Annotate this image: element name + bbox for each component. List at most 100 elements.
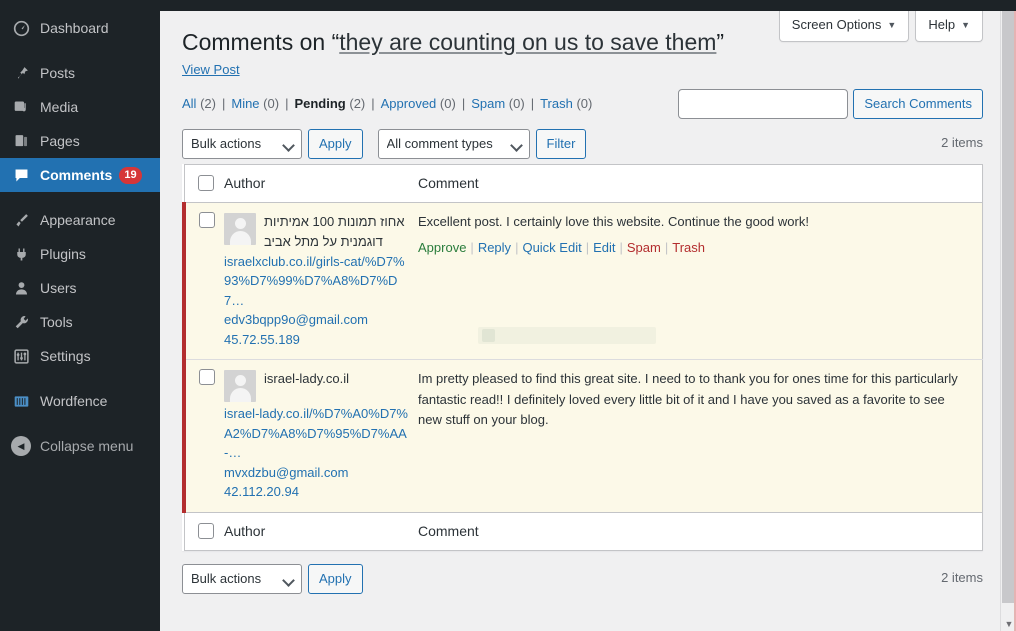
trash-action[interactable]: Trash	[672, 240, 705, 255]
screen-options-button[interactable]: Screen Options ▼	[778, 11, 910, 42]
filter-trash[interactable]: Trash (0)	[540, 91, 592, 117]
trash-link[interactable]: Trash	[672, 240, 705, 255]
select-all-checkbox-top[interactable]	[197, 174, 214, 191]
search-comments-button[interactable]: Search Comments	[853, 89, 983, 119]
sidebar-item-users[interactable]: Users	[0, 271, 160, 305]
paintbrush-icon	[11, 210, 31, 230]
comment-body: Excellent post. I certainly love this we…	[418, 213, 809, 229]
filter-spam-link[interactable]: Spam	[471, 96, 505, 111]
row-actions: Approve | Reply | Quick Edit | Edit | Spam | Trash	[418, 238, 972, 258]
post-title-link[interactable]: they are counting on us to save them	[339, 29, 716, 55]
apply-bulk-action-button-top[interactable]: Apply	[308, 128, 363, 159]
filter-approved-link[interactable]: Approved	[381, 96, 437, 111]
sidebar-item-label: Users	[40, 280, 77, 296]
sidebar-item-posts[interactable]: Posts	[0, 56, 160, 90]
wp-admin-screen: Dashboard Posts Media Pages Comments 19 …	[0, 0, 1016, 631]
filter-mine-link[interactable]: Mine	[231, 96, 259, 111]
spam-link[interactable]: Spam	[627, 240, 661, 255]
author-email-link[interactable]: mvxdzbu@gmail.com	[224, 463, 408, 483]
select-all-checkbox-bottom[interactable]	[197, 522, 214, 539]
spam-action[interactable]: Spam	[627, 240, 661, 255]
sidebar-item-label: Plugins	[40, 246, 86, 262]
chevron-down-icon[interactable]: ▼	[1004, 619, 1014, 629]
filter-spam[interactable]: Spam (0)	[471, 91, 524, 117]
sidebar-item-label: Pages	[40, 133, 80, 149]
filter-trash-link[interactable]: Trash	[540, 96, 573, 111]
menu-separator	[0, 373, 160, 384]
filter-approved[interactable]: Approved (0)	[381, 91, 456, 117]
sidebar-item-label: Appearance	[40, 212, 116, 228]
edit-action[interactable]: Edit	[593, 240, 615, 255]
column-header-author[interactable]: Author	[224, 164, 418, 203]
approve-action[interactable]: Approve	[418, 240, 466, 255]
filter-all-count: (2)	[200, 95, 216, 111]
filter-button[interactable]: Filter	[535, 128, 587, 159]
sidebar-item-comments[interactable]: Comments 19	[0, 158, 168, 192]
sidebar-item-tools[interactable]: Tools	[0, 305, 160, 339]
filter-all-link[interactable]: All	[182, 96, 196, 111]
user-icon	[11, 278, 31, 298]
search-box: Search Comments	[678, 89, 983, 119]
author-ip-link[interactable]: 45.72.55.189	[224, 330, 408, 350]
filter-mine[interactable]: Mine (0)	[231, 91, 279, 117]
author-cell: אחוז תמונות 100 אמיתיות דוגמנית על מתל א…	[224, 202, 418, 360]
menu-separator	[0, 45, 160, 56]
collapse-menu-button[interactable]: ◀ Collapse menu	[0, 429, 160, 463]
media-icon	[11, 97, 31, 117]
wordfence-icon	[11, 391, 31, 411]
table-row: אחוז תמונות 100 אמיתיות דוגמנית על מתל א…	[182, 202, 983, 360]
view-post-link[interactable]: View Post	[182, 62, 240, 77]
author-ip-link[interactable]: 42.112.20.94	[224, 482, 408, 502]
sidebar-item-media[interactable]: Media	[0, 90, 160, 124]
reply-action[interactable]: Reply	[478, 240, 511, 255]
sidebar-item-label: Wordfence	[40, 393, 108, 409]
main-content: Screen Options ▼ Help ▼ Comments on “the…	[160, 11, 1016, 631]
comment-text: Excellent post. I certainly love this we…	[418, 212, 972, 232]
sidebar-item-settings[interactable]: Settings	[0, 339, 160, 373]
sidebar-item-dashboard[interactable]: Dashboard	[0, 11, 160, 45]
bulk-actions-select-bottom[interactable]: Bulk actions	[182, 563, 302, 594]
column-footer-comment[interactable]: Comment	[418, 511, 983, 551]
quick-edit-link[interactable]: Quick Edit	[522, 240, 581, 255]
table-header-row: Author Comment	[184, 164, 983, 203]
help-label: Help	[928, 17, 956, 32]
pages-icon	[11, 131, 31, 151]
row-checkbox[interactable]	[199, 211, 215, 228]
filter-trash-count: (0)	[576, 95, 593, 111]
comment-bubble-icon	[11, 165, 31, 185]
column-footer-author[interactable]: Author	[224, 511, 418, 551]
quick-edit-action[interactable]: Quick Edit	[522, 240, 581, 255]
author-cell: israel-lady.co.il israel-lady.co.il/%D7%…	[224, 359, 418, 513]
table-foot: Author Comment	[184, 511, 983, 551]
row-checkbox[interactable]	[199, 369, 215, 386]
sidebar-item-plugins[interactable]: Plugins	[0, 237, 160, 271]
dashboard-icon	[11, 18, 31, 38]
sidebar-item-pages[interactable]: Pages	[0, 124, 160, 158]
tablenav-bottom: Bulk actions Apply 2 items	[182, 559, 983, 599]
sidebar-item-appearance[interactable]: Appearance	[0, 203, 160, 237]
search-input[interactable]	[678, 89, 849, 119]
author-email-link[interactable]: edv3bqpp9o@gmail.com	[224, 310, 408, 330]
chevron-left-icon: ◀	[11, 436, 31, 456]
bulk-actions-select[interactable]: Bulk actions	[182, 128, 302, 159]
reply-link[interactable]: Reply	[478, 240, 511, 255]
sidebar-item-label: Settings	[40, 348, 91, 364]
help-button[interactable]: Help ▼	[915, 11, 983, 42]
edit-link[interactable]: Edit	[593, 240, 615, 255]
filter-all[interactable]: All (2)	[182, 91, 216, 117]
approve-link[interactable]: Approve	[418, 240, 466, 255]
comment-type-select[interactable]: All comment types	[377, 128, 530, 159]
author-url-link[interactable]: israelxclub.co.il/girls-cat/%D7%93%D7%99…	[224, 252, 408, 311]
filter-pending[interactable]: Pending (2)	[294, 91, 365, 117]
filter-approved-count: (0)	[439, 95, 456, 111]
apply-bulk-action-button-bottom[interactable]: Apply	[308, 563, 363, 594]
sidebar-item-wordfence[interactable]: Wordfence	[0, 384, 160, 418]
tablenav-top: Bulk actions Apply All comment types Fil…	[182, 124, 983, 164]
author-url-link[interactable]: israel-lady.co.il/%D7%A0%D7%A2%D7%A8%D7%…	[224, 404, 408, 463]
comment-cell: Excellent post. I certainly love this we…	[418, 202, 983, 360]
column-header-comment[interactable]: Comment	[418, 164, 983, 203]
admin-sidebar-menu: Dashboard Posts Media Pages Comments 19 …	[0, 0, 168, 631]
filter-pending-link[interactable]: Pending	[294, 96, 345, 111]
admin-bar	[0, 0, 1016, 11]
table-row: israel-lady.co.il israel-lady.co.il/%D7%…	[182, 359, 983, 513]
